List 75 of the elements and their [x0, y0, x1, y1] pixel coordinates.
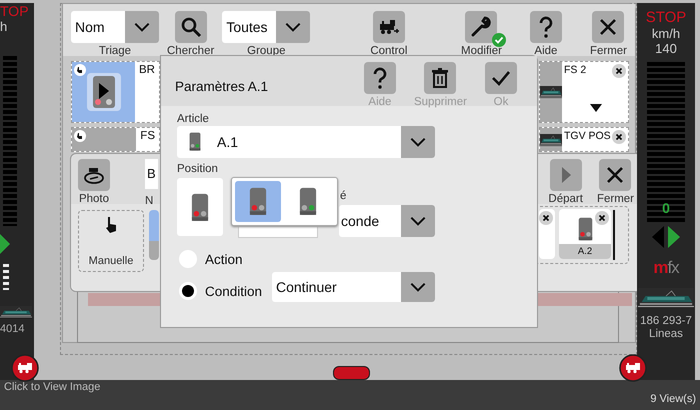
close-icon[interactable] — [595, 211, 609, 225]
help-icon — [530, 11, 562, 43]
locomotive-card[interactable]: FS — [71, 127, 160, 152]
signal-icon — [191, 192, 209, 222]
toolbar-button[interactable]: Aide — [530, 11, 562, 58]
locomotive-button[interactable] — [11, 354, 39, 382]
forward-arrow-icon[interactable] — [668, 226, 680, 248]
sort-dropdown[interactable]: Toutes — [222, 11, 310, 43]
dropdown-label: Groupe — [247, 44, 286, 58]
delay-dropdown[interactable]: conde — [339, 205, 435, 237]
toolbar-button[interactable]: Control — [370, 11, 408, 58]
input-field[interactable] — [238, 227, 318, 238]
dialog-title: Paramètres A.1 — [175, 79, 270, 94]
hand-icon — [74, 64, 86, 76]
trash-icon — [424, 62, 456, 94]
locomotive-card[interactable]: BR — [71, 61, 160, 123]
signal-icon — [578, 217, 592, 241]
close-icon — [599, 159, 632, 191]
hand-pointer-icon — [104, 217, 118, 233]
handle-button[interactable] — [333, 366, 370, 380]
toolbar-button[interactable]: Départ — [548, 159, 583, 206]
hand-icon — [74, 130, 86, 142]
position-button[interactable] — [177, 178, 223, 236]
toolbar-button[interactable]: Fermer — [590, 11, 627, 58]
photo-button[interactable]: Photo — [78, 159, 110, 206]
article-dropdown[interactable]: A.1 — [177, 126, 435, 158]
radio-label[interactable]: Action — [205, 252, 243, 266]
close-icon[interactable] — [612, 64, 626, 78]
locomotive-name: 186 293-7 Lineas — [639, 315, 693, 341]
mfx-logo: mfx — [653, 258, 679, 278]
speed-unit: h — [0, 19, 8, 34]
max-speed: 140 — [655, 41, 677, 56]
speed-unit: km/h — [652, 26, 680, 41]
close-icon[interactable] — [612, 130, 626, 144]
play-icon — [550, 159, 582, 191]
signal-play-icon — [86, 73, 120, 111]
locomotive-button[interactable] — [619, 354, 647, 382]
signal-icon — [249, 187, 267, 216]
card-title: TGV POS — [563, 129, 612, 144]
function-bar — [3, 264, 9, 290]
signal-icon — [299, 187, 317, 216]
wrench-icon — [465, 11, 498, 43]
card-label: Manuelle — [88, 255, 134, 267]
help-icon — [364, 62, 396, 94]
field-label: Article — [177, 112, 210, 126]
close-icon[interactable] — [539, 211, 553, 225]
signal-icon — [189, 132, 201, 152]
card-title: FS — [139, 129, 156, 144]
field-label: N — [145, 194, 154, 208]
locomotive-icon — [372, 11, 405, 43]
search-icon — [174, 11, 207, 43]
locomotive-card[interactable]: TGV POS — [539, 127, 629, 152]
forward-arrow-icon[interactable] — [0, 234, 10, 254]
toolbar-button[interactable]: Fermer — [596, 159, 634, 206]
speed-value: 0 — [662, 200, 670, 216]
manual-card[interactable]: Manuelle — [78, 210, 144, 272]
turntable-icon — [78, 159, 110, 191]
card-title: BR — [138, 63, 156, 78]
locomotive-card[interactable]: FS 2 — [539, 61, 629, 123]
position-option[interactable] — [235, 181, 281, 222]
card-title: A.2 — [559, 244, 611, 259]
caret-icon[interactable] — [590, 104, 602, 112]
route-card[interactable]: A.2 — [559, 209, 611, 259]
check-icon — [485, 62, 517, 94]
route-card[interactable] — [539, 209, 555, 259]
status-text[interactable]: Click to View Image — [4, 381, 100, 393]
locomotive-name: 4014 — [0, 323, 24, 335]
sort-dropdown[interactable]: Nom — [71, 11, 159, 43]
field-label: é — [340, 190, 346, 202]
close-icon — [592, 11, 624, 43]
card-title: FS 2 — [563, 63, 588, 78]
field-label: Position — [177, 162, 219, 176]
view-count: 9 View(s) — [650, 393, 696, 405]
name-field[interactable]: B — [145, 159, 158, 189]
dropdown-label: Triage — [98, 44, 132, 58]
